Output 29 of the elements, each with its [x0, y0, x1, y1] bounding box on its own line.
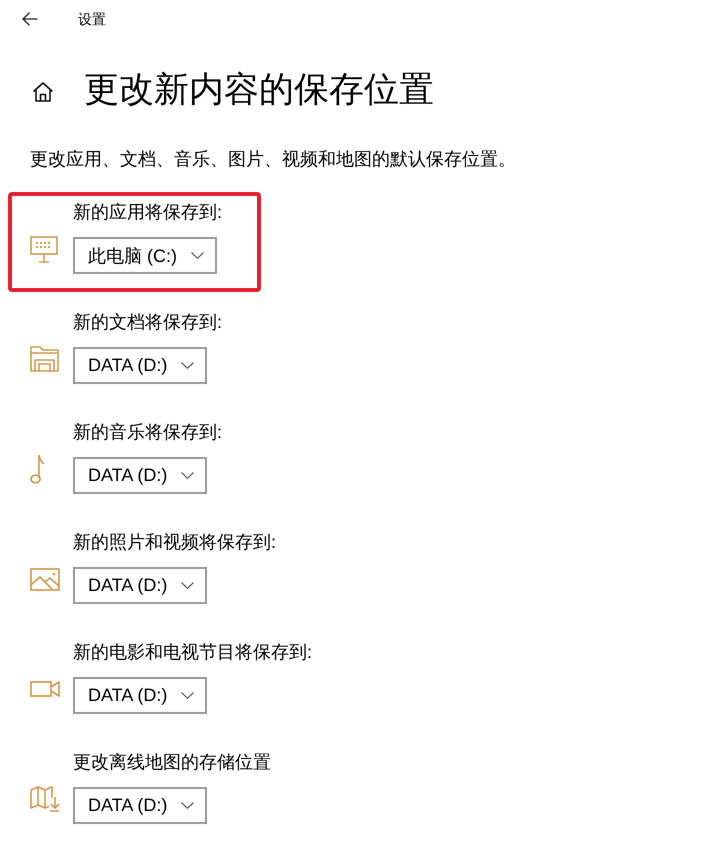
- setting-label: 更改离线地图的存储位置: [73, 751, 271, 774]
- monitor-icon: [30, 236, 58, 262]
- home-icon[interactable]: [32, 82, 54, 102]
- chevron-down-icon: [181, 472, 194, 479]
- drive-dropdown[interactable]: DATA (D:): [73, 457, 208, 494]
- back-arrow-icon[interactable]: [22, 12, 38, 26]
- image-icon: [30, 568, 60, 590]
- music-note-icon: [30, 454, 45, 484]
- drive-dropdown[interactable]: DATA (D:): [73, 567, 208, 604]
- chevron-down-icon: [181, 692, 194, 699]
- setting-label: 新的照片和视频将保存到:: [73, 531, 276, 554]
- drive-dropdown[interactable]: DATA (D:): [73, 677, 208, 714]
- page-description: 更改应用、文档、音乐、图片、视频和地图的默认保存位置。: [30, 148, 517, 171]
- setting-label: 新的文档将保存到:: [73, 311, 222, 334]
- folder-icon: [30, 346, 59, 372]
- setting-label: 新的应用将保存到:: [73, 201, 222, 224]
- setting-label: 新的音乐将保存到:: [73, 421, 222, 444]
- setting-label: 新的电影和电视节目将保存到:: [73, 641, 312, 664]
- chevron-down-icon: [181, 362, 194, 369]
- chevron-down-icon: [181, 582, 194, 589]
- app-title: 设置: [78, 10, 106, 29]
- video-camera-icon: [30, 681, 60, 697]
- map-download-icon: [30, 786, 60, 812]
- chevron-down-icon: [191, 252, 204, 259]
- chevron-down-icon: [181, 802, 194, 809]
- drive-dropdown[interactable]: DATA (D:): [73, 347, 208, 384]
- drive-dropdown[interactable]: DATA (D:): [73, 787, 208, 824]
- drive-dropdown[interactable]: 此电脑 (C:): [73, 237, 217, 274]
- page-title: 更改新内容的保存位置: [84, 69, 434, 111]
